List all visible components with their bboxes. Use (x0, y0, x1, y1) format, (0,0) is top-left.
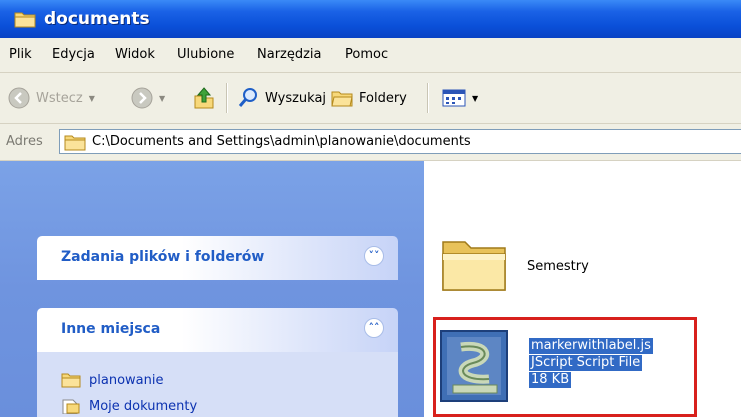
up-button[interactable] (193, 73, 215, 123)
place-link-my-documents[interactable]: Moje dokumenty (61, 398, 197, 414)
folder-icon (61, 373, 81, 388)
address-bar: Adres C:\Documents and Settings\admin\pl… (0, 124, 741, 161)
window-title: documents (44, 9, 150, 29)
place-label: planowanie (89, 372, 164, 388)
forward-button[interactable]: ▼ (131, 73, 165, 123)
highlight-annotation-box (433, 317, 697, 417)
back-arrow-icon (8, 87, 30, 109)
views-button[interactable]: ▼ (442, 73, 478, 123)
views-icon (442, 89, 466, 107)
search-button[interactable]: Wyszukaj (237, 73, 326, 123)
views-dropdown-icon[interactable]: ▼ (472, 94, 478, 103)
forward-dropdown-icon[interactable]: ▼ (159, 94, 165, 103)
search-icon (238, 88, 257, 107)
expand-chevron-icon[interactable]: ˅˅ (364, 246, 384, 266)
address-label: Adres (6, 134, 43, 149)
folder-name: Semestry (527, 259, 589, 274)
folder-up-icon (194, 87, 214, 109)
folders-button[interactable]: Foldery (331, 73, 407, 123)
back-button[interactable]: Wstecz ▼ (8, 73, 95, 123)
other-places-panel-header[interactable]: Inne miejsca ˄˄ (37, 308, 398, 352)
file-tasks-panel-header[interactable]: Zadania plików i folderów ˅˅ (37, 236, 398, 280)
search-label: Wyszukaj (265, 90, 327, 106)
place-label: Moje dokumenty (89, 398, 198, 414)
title-bar[interactable]: documents (0, 0, 741, 38)
folder-item-semestry[interactable]: Semestry (439, 232, 639, 304)
toolbar-separator (427, 83, 429, 113)
toolbar: Wstecz ▼ ▼ Wyszukaj Foldery ▼ (0, 73, 741, 124)
collapse-chevron-icon[interactable]: ˄˄ (364, 318, 384, 338)
menu-view[interactable]: Widok (115, 47, 155, 62)
menu-bar: Plik Edycja Widok Ulubione Narzędzia Pom… (0, 38, 741, 73)
other-places-title: Inne miejsca (61, 321, 161, 337)
address-path: C:\Documents and Settings\admin\planowan… (92, 134, 471, 149)
menu-help[interactable]: Pomoc (345, 47, 388, 62)
forward-arrow-icon (131, 87, 153, 109)
address-field[interactable]: C:\Documents and Settings\admin\planowan… (59, 129, 741, 154)
folders-icon (331, 91, 353, 107)
folder-icon (14, 12, 36, 28)
menu-favorites[interactable]: Ulubione (177, 47, 234, 62)
folders-label: Foldery (359, 90, 407, 106)
toolbar-separator (226, 83, 228, 113)
folder-icon (64, 135, 86, 151)
menu-edit[interactable]: Edycja (52, 47, 95, 62)
back-label: Wstecz (36, 90, 83, 106)
file-tasks-title: Zadania plików i folderów (61, 249, 265, 265)
other-places-panel-body: planowanie Moje dokumenty (37, 352, 398, 417)
menu-file[interactable]: Plik (9, 47, 32, 62)
place-link-planowanie[interactable]: planowanie (61, 372, 163, 388)
my-documents-icon (62, 399, 80, 414)
back-dropdown-icon[interactable]: ▼ (89, 94, 95, 103)
folder-icon (442, 241, 506, 291)
menu-tools[interactable]: Narzędzia (257, 47, 322, 62)
